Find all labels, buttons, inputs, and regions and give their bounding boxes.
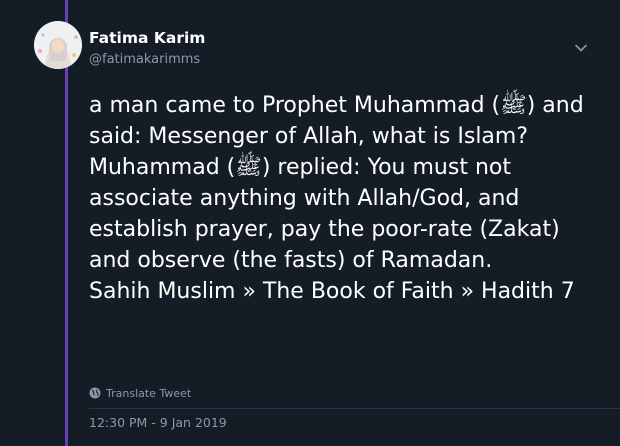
chevron-down-icon xyxy=(575,44,587,52)
globe-icon xyxy=(89,387,101,399)
tweet-timestamp[interactable]: 12:30 PM - 9 Jan 2019 xyxy=(89,415,227,431)
divider xyxy=(89,408,620,409)
author-handle[interactable]: @fatimakarimms xyxy=(89,51,200,68)
tweet-text: a man came to Prophet Muhammad (ﷺ) and s… xyxy=(89,93,584,304)
avatar-image xyxy=(34,21,82,69)
translate-tweet-link[interactable]: Translate Tweet xyxy=(89,385,191,401)
translate-tweet-label: Translate Tweet xyxy=(106,386,192,400)
avatar[interactable] xyxy=(34,21,82,69)
author-name[interactable]: Fatima Karim xyxy=(89,28,205,48)
more-options-button[interactable] xyxy=(573,40,589,54)
